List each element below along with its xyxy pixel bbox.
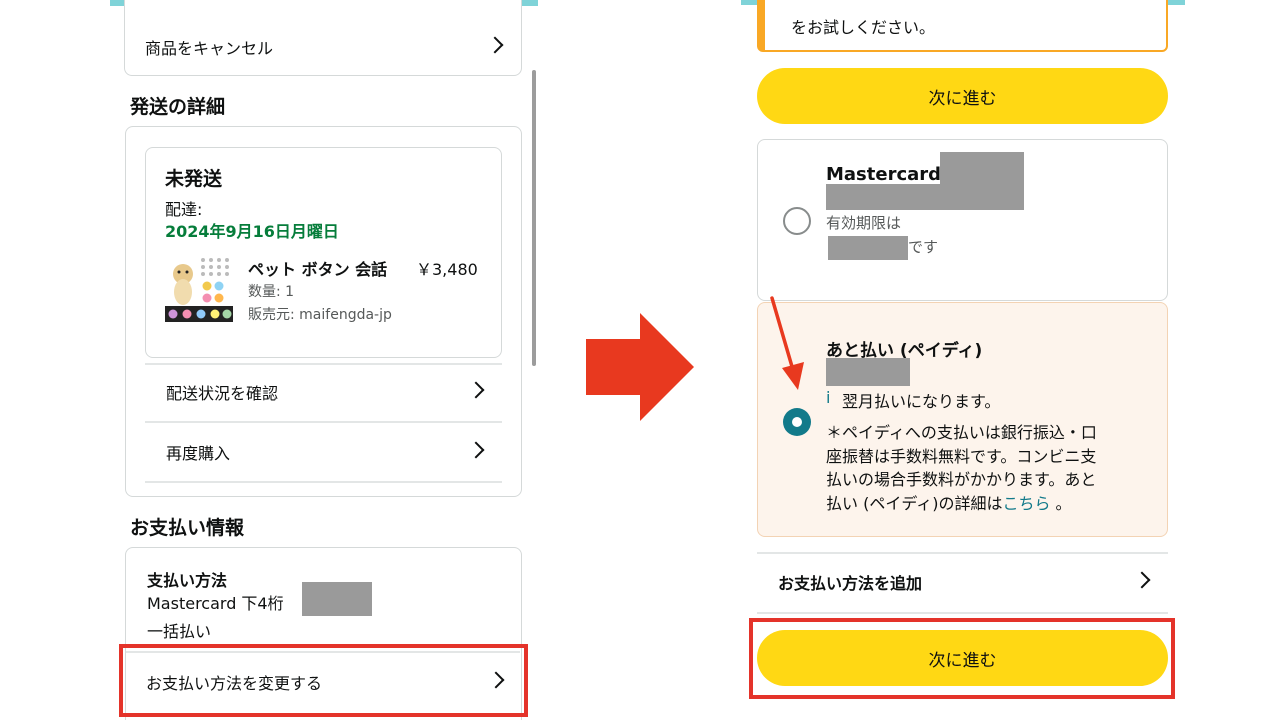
redacted-card-holder — [826, 184, 1024, 210]
paidy-note-line-2: 座振替は手数料無料です。コンビニ支 — [826, 446, 1097, 466]
product-seller: 販売元: maifengda-jp — [248, 307, 392, 323]
divider — [145, 421, 502, 423]
card-option-radio[interactable] — [783, 207, 811, 235]
shipping-card: 未発送 配達: 2024年9月16日月曜日 ペット ボタン 会話 ￥3,480 … — [125, 126, 522, 497]
track-package-label: 配送状況を確認 — [166, 384, 279, 403]
chevron-right-icon — [1133, 571, 1151, 589]
paidy-details-link[interactable]: こちら — [1002, 494, 1050, 513]
delivery-label: 配達: — [165, 200, 203, 219]
paidy-option[interactable]: あと払い (ペイディ) i 翌月払いになります。 ＊ペイディへの支払いは銀行振込… — [757, 302, 1168, 537]
card-expiry-label: 有効期限は — [826, 214, 902, 232]
divider — [145, 363, 502, 365]
paidy-note-prefix: 払い (ペイディ)の詳細は — [826, 493, 1003, 513]
highlight-next-button — [749, 618, 1175, 699]
divider — [757, 552, 1168, 554]
redacted-card-number — [940, 152, 1024, 186]
redacted-expiry — [828, 236, 908, 260]
delivery-date: 2024年9月16日月曜日 — [165, 222, 339, 241]
highlight-change-payment — [119, 644, 528, 717]
card-expiry-suffix: です — [908, 238, 939, 256]
payment-card-text: Mastercard 下4桁 — [147, 594, 284, 613]
chevron-right-icon — [467, 381, 485, 399]
cancel-item-label: 商品をキャンセル — [145, 39, 274, 58]
cancel-item-card[interactable]: 商品をキャンセル — [124, 0, 522, 76]
card-option[interactable]: Mastercard 有効期限は です — [757, 139, 1168, 301]
next-button-top[interactable]: 次に進む — [757, 68, 1168, 124]
product-image[interactable] — [165, 254, 233, 322]
shipment-box: 未発送 配達: 2024年9月16日月曜日 ペット ボタン 会話 ￥3,480 … — [145, 147, 502, 358]
payment-heading: お支払い情報 — [130, 517, 245, 539]
info-icon: i — [826, 388, 831, 407]
paidy-option-radio[interactable] — [783, 408, 811, 436]
paidy-info-text: 翌月払いになります。 — [842, 392, 1001, 411]
paidy-note-suffix: 。 — [1050, 493, 1072, 513]
paidy-note-line-3: 払いの場合手数料がかかります。あと — [826, 470, 1097, 489]
redacted-card-digits — [302, 582, 372, 616]
radio-dot — [792, 417, 802, 427]
product-price: ￥3,480 — [416, 260, 478, 279]
chevron-right-icon — [467, 441, 485, 459]
arrow-right-icon — [586, 313, 694, 421]
buy-again-label: 再度購入 — [166, 444, 231, 463]
notice-text: をお試しください。 — [791, 18, 936, 37]
red-pointer-arrow-icon — [764, 294, 810, 394]
card-option-name: Mastercard — [826, 164, 942, 185]
notice-box: をお試しください。 — [757, 0, 1168, 52]
product-quantity: 数量: 1 — [248, 284, 295, 300]
payment-installment: 一括払い — [147, 622, 212, 641]
shipping-heading: 発送の詳細 — [130, 96, 226, 118]
chevron-right-icon — [486, 36, 504, 54]
scrollbar[interactable] — [532, 70, 536, 366]
add-payment-label: お支払い方法を追加 — [778, 574, 923, 593]
shipment-status: 未発送 — [165, 168, 223, 190]
divider — [145, 481, 502, 483]
redacted-paidy-info — [826, 358, 910, 386]
payment-method-label: 支払い方法 — [147, 571, 228, 590]
product-name[interactable]: ペット ボタン 会話 — [248, 256, 387, 280]
divider — [757, 612, 1168, 614]
paidy-note-line-4: 払い (ペイディ)の詳細はこちら 。 — [826, 492, 1072, 516]
paidy-note-line-1: ＊ペイディへの支払いは銀行振込・口 — [826, 423, 1097, 442]
